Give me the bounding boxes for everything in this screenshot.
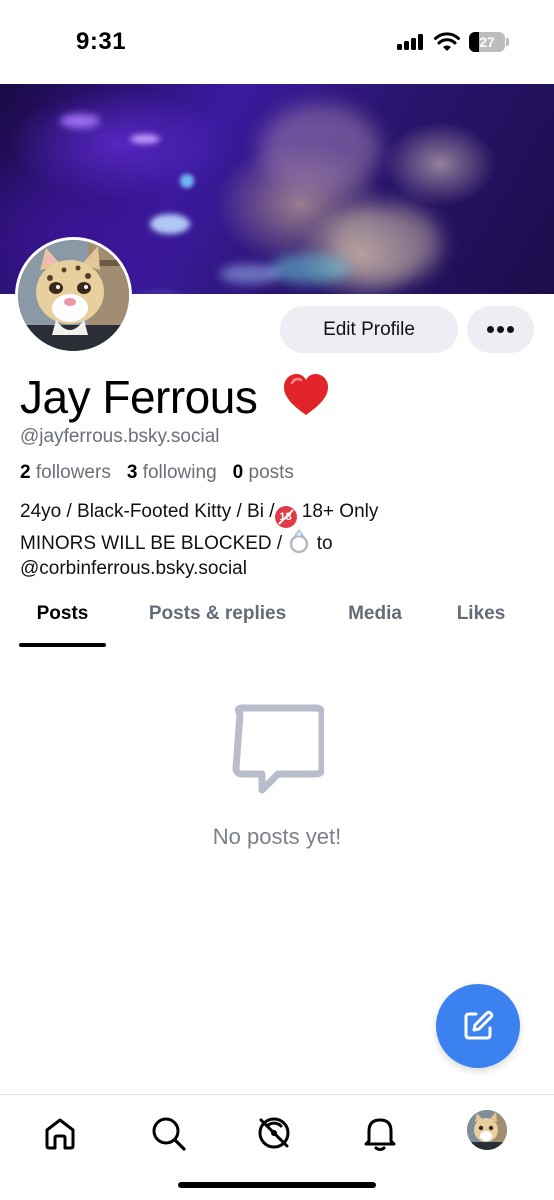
wifi-icon xyxy=(434,32,460,51)
edit-profile-button[interactable]: Edit Profile xyxy=(280,306,458,353)
avatar[interactable] xyxy=(15,237,132,354)
handle: @jayferrous.bsky.social xyxy=(20,426,220,447)
message-bubble-icon xyxy=(232,704,324,794)
tab-likes[interactable]: Likes xyxy=(445,590,517,648)
following-link[interactable]: 3 following xyxy=(127,462,217,483)
posts-count: 0 posts xyxy=(232,462,294,483)
more-dots-icon xyxy=(487,326,494,333)
empty-state-text: No posts yet! xyxy=(212,824,342,849)
avatar-image xyxy=(467,1110,507,1150)
display-name: Jay Ferrous xyxy=(20,371,258,423)
compose-post-button[interactable] xyxy=(436,984,520,1068)
search-icon[interactable] xyxy=(148,1113,188,1153)
red-heart-icon xyxy=(284,374,328,415)
tab-posts[interactable]: Posts xyxy=(19,590,106,648)
home-icon[interactable] xyxy=(40,1113,80,1153)
avatar-image xyxy=(18,240,129,351)
compose-icon xyxy=(464,1010,494,1040)
ring-icon xyxy=(290,529,309,554)
profile-bio: 24yo / Black-Footed Kitty / Bi /18 18+ O… xyxy=(20,499,540,581)
notifications-icon[interactable] xyxy=(360,1113,400,1153)
no-under-18-icon: 18 xyxy=(274,506,297,528)
tab-posts-and-replies[interactable]: Posts & replies xyxy=(130,590,305,648)
status-bar: 9:31 27 xyxy=(0,0,554,84)
status-time: 9:31 xyxy=(76,28,127,55)
battery-level: 27 xyxy=(479,34,495,50)
active-tab-indicator xyxy=(19,643,106,647)
battery-icon: 27 xyxy=(469,32,509,52)
followers-link[interactable]: 2 followers xyxy=(20,462,111,483)
nav-profile-avatar[interactable] xyxy=(467,1110,507,1150)
more-options-button[interactable] xyxy=(467,306,534,353)
feeds-icon[interactable] xyxy=(254,1113,294,1153)
profile-stats: 2 followers 3 following 0 posts xyxy=(20,462,294,484)
profile-tabs: Posts Posts & replies Media Likes xyxy=(0,590,554,648)
bio-mention-link[interactable]: @corbinferrous.bsky.social xyxy=(20,556,540,581)
tab-media[interactable]: Media xyxy=(330,590,420,648)
home-indicator xyxy=(178,1182,376,1188)
signal-icon xyxy=(397,34,423,50)
